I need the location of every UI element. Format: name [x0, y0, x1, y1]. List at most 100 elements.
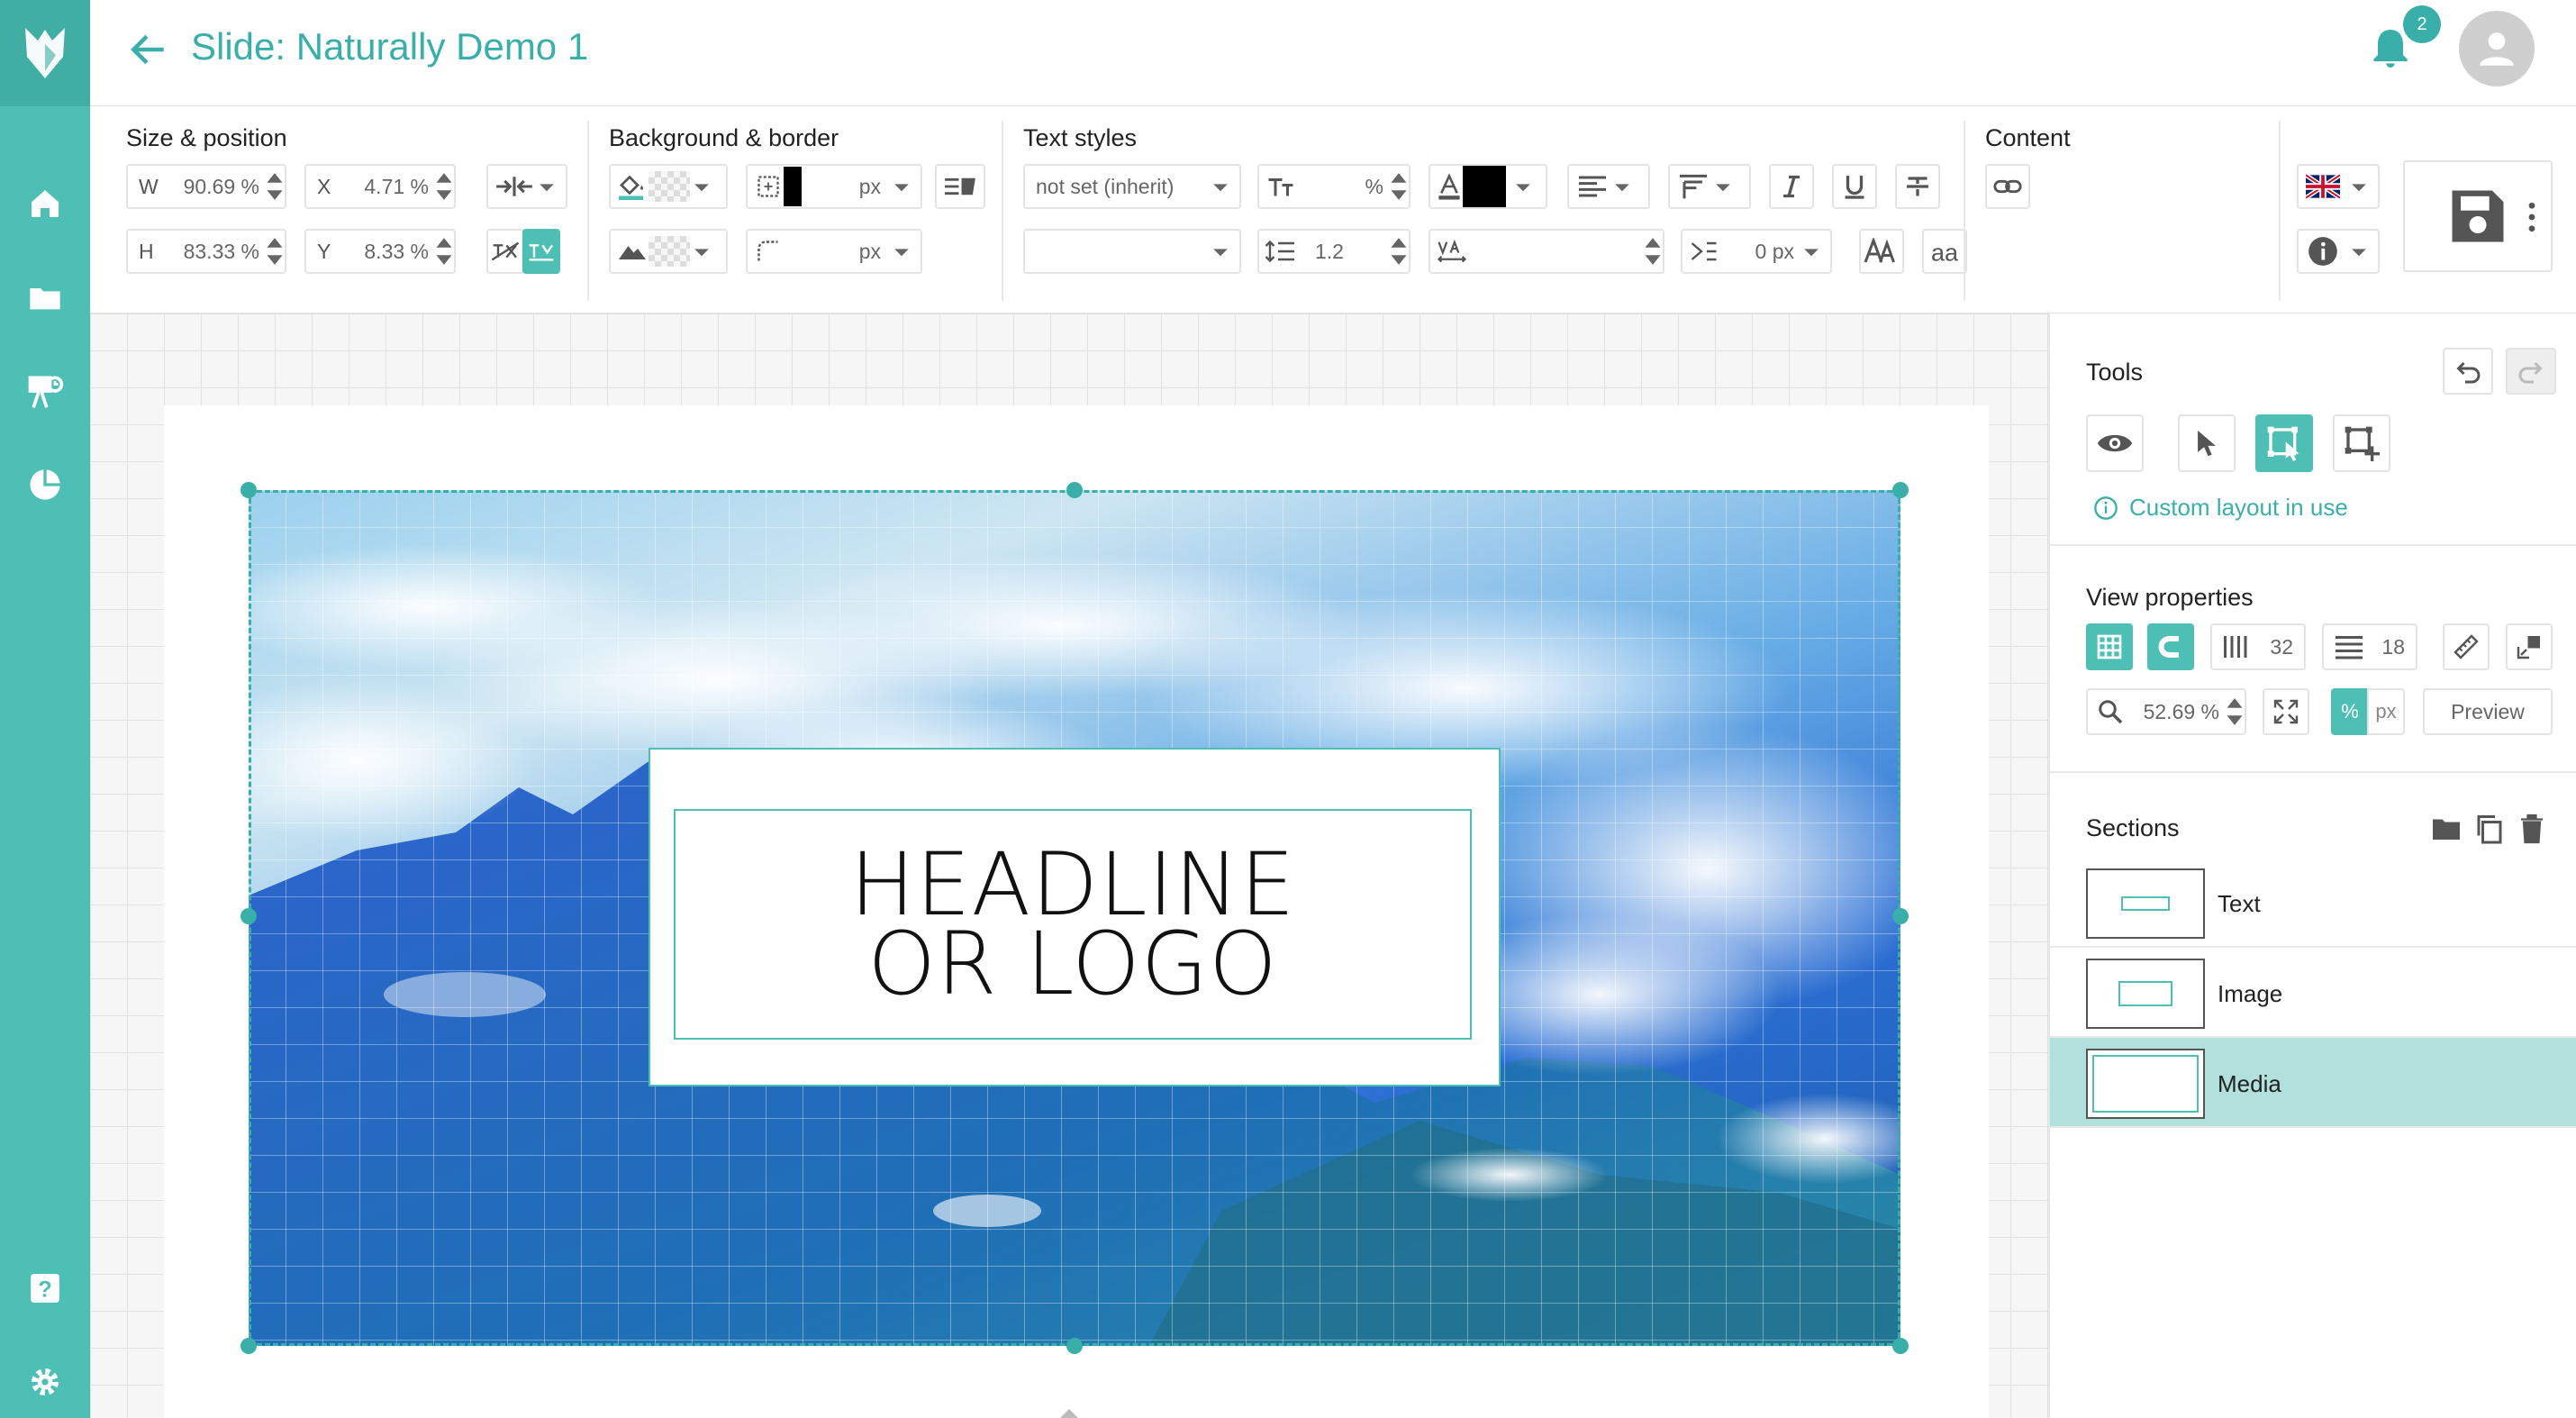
grid-toggle-button[interactable] [2086, 623, 2133, 670]
mountain-image-icon [619, 246, 646, 259]
add-section-button[interactable] [2333, 414, 2390, 472]
font-weight-select[interactable] [1023, 229, 1241, 274]
chevron-down-icon [694, 184, 709, 192]
section-row-text[interactable]: Text [2050, 858, 2576, 948]
trash-icon[interactable] [2517, 813, 2547, 845]
horizontal-align-dropdown[interactable] [486, 164, 567, 209]
resize-handle-top-right[interactable] [1892, 482, 1909, 498]
font-family-select[interactable]: not set (inherit) [1023, 164, 1241, 209]
more-vertical-icon[interactable] [2526, 202, 2538, 232]
lowercase-button[interactable]: aa [1922, 229, 1967, 274]
background-image-picker[interactable] [609, 229, 728, 274]
resize-handle-bottom[interactable] [1066, 1338, 1083, 1354]
preview-eye-button[interactable] [2086, 414, 2144, 472]
line-height-value: 1.2 [1315, 239, 1344, 263]
vertical-align-dropdown[interactable] [1668, 164, 1751, 209]
svg-text:aa: aa [1931, 240, 1959, 266]
text-styles-title: Text styles [1023, 124, 1138, 151]
grid-columns-field[interactable]: 32 [2210, 623, 2306, 670]
spinner-icon[interactable] [1389, 236, 1409, 267]
select-pointer-button[interactable] [2178, 414, 2236, 472]
vertical-align-top-icon [1680, 174, 1707, 199]
spinner-icon[interactable] [434, 171, 454, 202]
text-color-picker[interactable] [1429, 164, 1547, 209]
back-arrow-icon[interactable] [126, 27, 171, 72]
edit-layout-button[interactable] [2255, 414, 2313, 472]
resize-handle-top-left[interactable] [240, 482, 257, 498]
section-row-image[interactable]: Image [2050, 948, 2576, 1038]
spinner-icon[interactable] [2225, 696, 2245, 727]
border-radius-field[interactable]: px [746, 229, 922, 274]
screen-size-button[interactable] [2506, 623, 2553, 670]
border-width-field[interactable]: px [746, 164, 922, 209]
font-size-field[interactable]: % [1257, 164, 1410, 209]
home-icon[interactable] [20, 178, 70, 229]
spinner-icon[interactable] [1643, 236, 1663, 267]
y-position-field[interactable]: Y 8.33 % [304, 229, 456, 274]
link-button[interactable] [1985, 164, 2030, 209]
headline-line-2: OR LOGO [867, 914, 1278, 1014]
help-icon[interactable]: ? [20, 1263, 70, 1313]
user-avatar[interactable] [2459, 11, 2535, 86]
zoom-field[interactable]: 52.69 % [2086, 688, 2246, 735]
custom-layout-notice[interactable]: Custom layout in use [2093, 494, 2348, 522]
headline-text[interactable]: HEADLINE OR LOGO [850, 841, 1296, 1014]
analytics-pie-icon[interactable] [20, 459, 70, 510]
height-value: 83.33 % [183, 239, 259, 263]
duplicate-icon[interactable] [2473, 813, 2506, 845]
text-fit-off-button[interactable] [486, 229, 524, 274]
chevron-down-icon [1716, 184, 1730, 192]
width-field[interactable]: W 90.69 % [126, 164, 286, 209]
presentation-icon[interactable] [20, 366, 70, 416]
headline-text-frame[interactable]: HEADLINE OR LOGO [674, 809, 1472, 1040]
unit-percent-button[interactable]: % [2331, 688, 2369, 735]
resize-handle-bottom-right[interactable] [1892, 1338, 1909, 1354]
preview-button[interactable]: Preview [2423, 688, 2553, 735]
grid-rows-field[interactable]: 18 [2322, 623, 2417, 670]
line-height-field[interactable]: 1.2 [1257, 229, 1410, 274]
resize-handle-left[interactable] [240, 908, 257, 924]
snap-magnet-button[interactable] [2147, 623, 2194, 670]
height-field[interactable]: H 83.33 % [126, 229, 286, 274]
settings-gear-icon[interactable] [20, 1357, 70, 1407]
letter-spacing-field[interactable] [1429, 229, 1664, 274]
line-height-icon [1265, 240, 1294, 263]
shadow-button[interactable] [935, 164, 985, 209]
resize-handle-right[interactable] [1892, 908, 1909, 924]
uppercase-button[interactable] [1859, 229, 1904, 274]
section-row-media[interactable]: Media [2050, 1038, 2576, 1128]
spinner-icon[interactable] [265, 236, 285, 267]
spinner-icon[interactable] [1389, 171, 1409, 202]
language-dropdown[interactable] [2297, 164, 2380, 209]
word-spacing-field[interactable]: 0 px [1681, 229, 1832, 274]
text-fit-on-button[interactable] [522, 229, 560, 274]
text-align-dropdown[interactable] [1567, 164, 1650, 209]
fit-to-screen-button[interactable] [2263, 688, 2309, 735]
save-button[interactable] [2403, 160, 2553, 272]
info-dropdown[interactable] [2297, 229, 2380, 274]
underline-button[interactable] [1832, 164, 1877, 209]
spinner-icon[interactable] [265, 171, 285, 202]
italic-button[interactable] [1769, 164, 1814, 209]
italic-icon [1783, 175, 1800, 198]
border-color-swatch[interactable] [784, 167, 802, 206]
x-position-field[interactable]: X 4.71 % [304, 164, 456, 209]
sidebar: ? [0, 0, 90, 1418]
strikethrough-button[interactable] [1895, 164, 1940, 209]
info-circle-icon [2094, 495, 2118, 520]
border-unit: px [858, 174, 881, 198]
scroll-up-indicator-icon[interactable] [1056, 1405, 1083, 1418]
background-color-picker[interactable] [609, 164, 728, 209]
ruler-button[interactable] [2443, 623, 2490, 670]
app-logo[interactable] [0, 0, 90, 106]
resize-handle-top[interactable] [1066, 482, 1083, 498]
spinner-icon[interactable] [434, 236, 454, 267]
chevron-down-icon [894, 184, 909, 192]
folder-icon[interactable] [20, 272, 70, 323]
folder-icon[interactable] [2430, 814, 2463, 843]
undo-button[interactable] [2443, 348, 2493, 395]
letter-spacing-value: 0 px [1755, 239, 1794, 263]
redo-button[interactable] [2506, 348, 2556, 395]
resize-handle-bottom-left[interactable] [240, 1338, 257, 1354]
unit-px-button[interactable]: px [2367, 688, 2405, 735]
